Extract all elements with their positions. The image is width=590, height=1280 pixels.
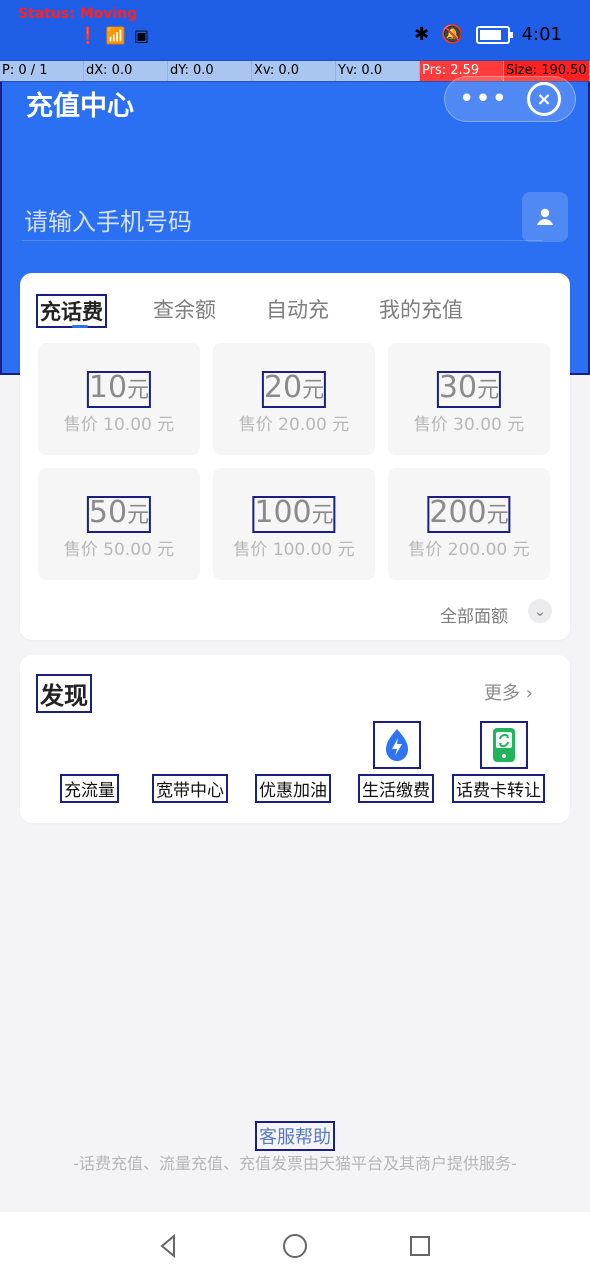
recharge-option[interactable]: 20元 售价 20.00 元 [213, 343, 375, 455]
recharge-price: 售价 200.00 元 [408, 540, 530, 560]
battery-icon [475, 25, 513, 44]
all-amounts-link[interactable]: 全部面额 [440, 602, 508, 627]
close-circle-icon[interactable]: × [527, 82, 561, 116]
bluetooth-icon: ✱ [414, 24, 430, 45]
mini-program-capsule: ••• × [444, 76, 576, 122]
recharge-option[interactable]: 200元 售价 200.00 元 [388, 468, 550, 580]
phone-placeholder: 请输入手机号码 [24, 208, 192, 236]
chevron-right-icon: › [525, 683, 533, 704]
contact-icon [537, 208, 553, 225]
video-icon: ▣ [133, 26, 149, 45]
metric-xv: Xv: 0.0 [252, 61, 336, 81]
discover-title: 发现 [36, 674, 92, 713]
phone-card-refresh-icon[interactable] [480, 721, 528, 769]
back-icon[interactable] [150, 1228, 186, 1264]
metric-dy: dY: 0.0 [168, 61, 252, 81]
recharge-card [20, 273, 570, 640]
tab-my-recharge[interactable]: 我的充值 [379, 294, 463, 324]
tab-auto-recharge[interactable]: 自动充 [266, 294, 329, 324]
phone-number-field[interactable]: 请输入手机号码 [22, 198, 542, 241]
recharge-price: 售价 10.00 元 [63, 415, 175, 435]
status-right-group: ✱ 🔕 4:01 [414, 24, 562, 45]
recharge-amount: 10元 [86, 371, 152, 408]
recharge-option[interactable]: 30元 售价 30.00 元 [388, 343, 550, 455]
silent-icon: 🔕 [441, 24, 464, 45]
home-icon[interactable] [277, 1228, 313, 1264]
metric-dx: dX: 0.0 [84, 61, 168, 81]
feature-data-recharge[interactable]: 充流量 [60, 774, 119, 803]
recharge-amount: 100元 [252, 496, 336, 533]
recharge-amount: 50元 [86, 496, 152, 533]
recharge-price: 售价 30.00 元 [413, 415, 525, 435]
active-tab-indicator [72, 325, 88, 328]
discover-more-link[interactable]: 更多 › [484, 679, 533, 705]
feature-utility-payment[interactable]: 生活缴费 [358, 774, 434, 803]
recent-apps-icon[interactable] [402, 1228, 438, 1264]
more-horizontal-icon[interactable]: ••• [459, 84, 508, 114]
feature-fuel-discount[interactable]: 优惠加油 [255, 774, 331, 803]
recharge-option[interactable]: 100元 售价 100.00 元 [213, 468, 375, 580]
tab-balance[interactable]: 查余额 [153, 294, 216, 324]
alert-icon: ❗ [78, 26, 98, 45]
feature-card-transfer[interactable]: 话费卡转让 [452, 774, 545, 803]
recharge-option[interactable]: 50元 售价 50.00 元 [38, 468, 200, 580]
recharge-price: 售价 100.00 元 [233, 540, 355, 560]
recharge-price: 售价 20.00 元 [238, 415, 350, 435]
recharge-option[interactable]: 10元 售价 10.00 元 [38, 343, 200, 455]
wifi-icon: 📶 [105, 26, 126, 45]
recharge-amount: 20元 [261, 371, 327, 408]
status-time: 4:01 [521, 24, 562, 45]
status-left-icons: ❗ 📶 ▣ [78, 26, 149, 45]
metric-pointer: P: 0 / 1 [0, 61, 84, 81]
contact-picker-button[interactable] [522, 192, 568, 242]
chevron-down-icon[interactable]: ⌄ [528, 599, 552, 623]
android-navigation-bar [0, 1212, 590, 1280]
footer-note: -话费充值、流量充值、充值发票由天猫平台及其商户提供服务- [73, 1154, 517, 1173]
customer-help-link[interactable]: 客服帮助 [255, 1121, 335, 1151]
recharge-amount: 200元 [427, 496, 511, 533]
lightning-drop-icon[interactable] [373, 721, 421, 769]
discover-more-label: 更多 [484, 683, 520, 704]
page-title: 充值中心 [26, 91, 134, 122]
tab-recharge[interactable]: 充话费 [36, 294, 107, 328]
metric-yv: Yv: 0.0 [336, 61, 420, 81]
debug-status: Status: Moving [18, 6, 138, 22]
recharge-amount: 30元 [436, 371, 502, 408]
recharge-price: 售价 50.00 元 [63, 540, 175, 560]
feature-broadband-center[interactable]: 宽带中心 [152, 774, 228, 803]
